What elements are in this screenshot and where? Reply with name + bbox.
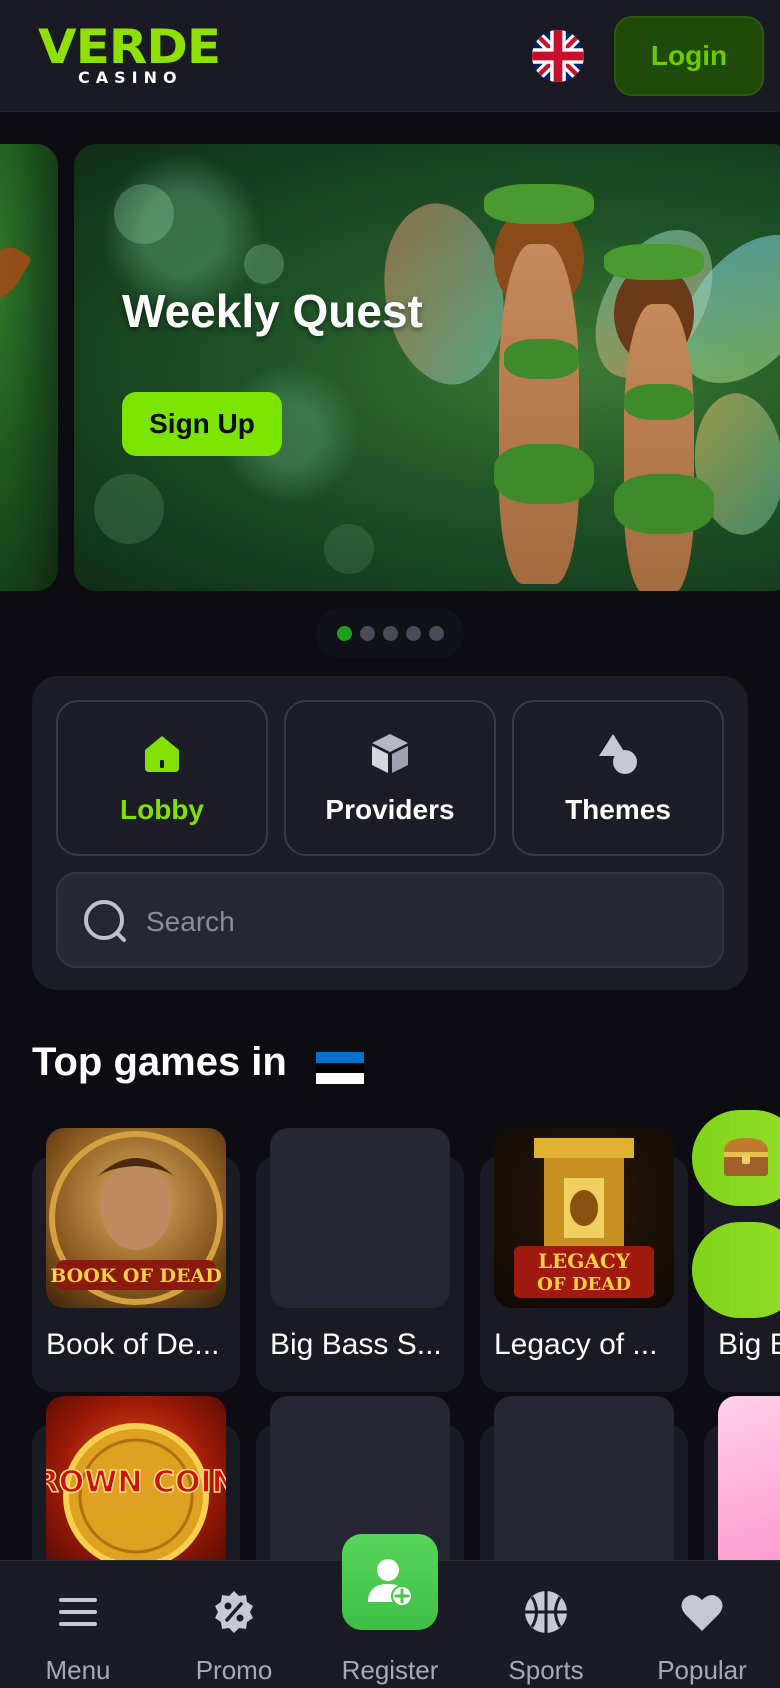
add-user-icon [368,1559,413,1607]
game-card-legacy-of-dead[interactable]: LEGACY OF DEAD Legacy of ... [480,1128,688,1392]
crown-coins-text: CROWN COINS [46,1465,226,1500]
promo-banner[interactable]: Weekly Quest Sign Up [74,144,780,591]
bottom-nav-popular-label: Popular [657,1655,747,1685]
nav-themes-label: Themes [565,794,671,825]
game-thumbnail: BOOK OF DEAD [46,1128,226,1308]
nav-lobby-label: Lobby [120,794,204,825]
game-thumbnail: CROWN COINS [46,1396,226,1576]
previous-banner-slide[interactable] [0,144,58,591]
game-name: Big Bass S... [270,1328,442,1361]
game-thumbnail-placeholder [494,1396,674,1576]
quick-action-button[interactable] [692,1222,780,1318]
register-button[interactable] [342,1534,438,1630]
bottom-nav-promo-label: Promo [195,1655,273,1685]
verde-casino-logo[interactable]: VERDE CASINO [38,19,221,92]
logo-subtitle: CASINO [78,68,183,87]
bokeh-light [244,244,284,284]
app-header: VERDE CASINO Login [0,0,780,112]
search-bar[interactable] [56,872,724,968]
bottom-nav-sports-label: Sports [508,1655,584,1685]
leaf-decoration [0,238,33,310]
game-name: Legacy of ... [494,1328,658,1361]
bottom-nav-menu-label: Menu [45,1655,111,1685]
search-input[interactable] [146,894,706,950]
top-games-title: Top games in [32,1040,287,1084]
carousel-dot-5[interactable] [428,625,444,641]
game-thumbnail [718,1396,780,1576]
sign-up-button[interactable]: Sign Up [122,392,282,456]
basketball-icon [525,1591,567,1633]
promo-icon [215,1591,253,1633]
treasure-chest-icon [724,1138,768,1176]
bottom-nav-popular[interactable]: Popular [624,1561,780,1688]
bottom-nav-sports[interactable]: Sports [468,1561,624,1688]
nav-themes[interactable]: Themes [512,700,724,856]
login-button[interactable]: Login [614,16,764,96]
bottom-nav-promo[interactable]: Promo [156,1561,312,1688]
estonia-flag-icon [316,1052,364,1084]
heart-icon [681,1594,723,1631]
svg-text:OF DEAD: OF DEAD [537,1274,631,1295]
shapes-icon [599,734,637,774]
uk-flag-icon[interactable] [532,30,584,82]
logo-wordmark: VERDE [38,19,221,75]
bokeh-light [324,524,374,574]
nav-providers-label: Providers [325,794,455,825]
carousel-dot-2[interactable] [359,625,375,641]
cube-icon [372,734,408,773]
game-card-book-of-dead[interactable]: BOOK OF DEAD Book of De... [32,1128,240,1392]
menu-icon [59,1598,97,1626]
page: VERDE CASINO Login Weekly Quest Sign Up … [0,0,780,1688]
svg-text:BOOK OF DEAD: BOOK OF DEAD [50,1265,221,1287]
bottom-nav-menu[interactable]: Menu [0,1561,156,1688]
fairies-illustration [356,164,780,591]
treasure-chest-button[interactable] [692,1110,780,1206]
bokeh-light [94,474,164,544]
home-icon [145,736,179,772]
game-card-big-bass[interactable]: Big Bass S... [256,1128,464,1392]
search-icon [84,900,126,942]
bottom-nav-register-label: Register [341,1655,439,1685]
game-thumbnail: LEGACY OF DEAD [494,1128,674,1308]
bokeh-light [114,184,174,244]
banner-title: Weekly Quest [122,285,423,337]
svg-text:LEGACY: LEGACY [538,1249,631,1273]
game-thumbnail-placeholder [270,1128,450,1308]
carousel-dot-4[interactable] [405,625,421,641]
nav-providers[interactable]: Providers [284,700,496,856]
game-name: Book of De... [46,1328,220,1361]
carousel-dot-3[interactable] [382,625,398,641]
game-name: Big B [718,1328,780,1361]
nav-lobby[interactable]: Lobby [56,700,268,856]
carousel-dot-1[interactable] [336,625,352,641]
carousel-pagination [316,608,464,658]
category-nav-panel: Lobby Providers Themes [32,676,748,990]
